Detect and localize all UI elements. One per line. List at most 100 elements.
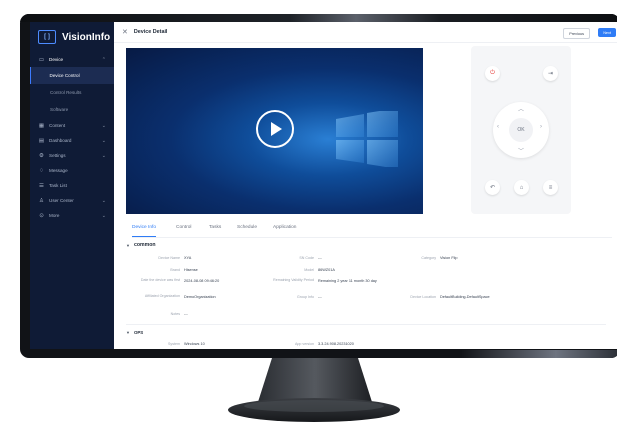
sidebar: [ ] VisionInfo ▭ Device ⌃ Device Control… — [30, 22, 114, 349]
arrow-right-button[interactable]: › — [540, 124, 542, 130]
sidebar-item-message[interactable]: ♢ Message — [30, 163, 114, 178]
chevron-down-icon: ⌄ — [101, 212, 106, 219]
close-icon[interactable]: ✕ — [122, 28, 128, 36]
tab-schedule[interactable]: Schedule — [237, 225, 257, 236]
chevron-down-icon: ⌄ — [101, 137, 106, 144]
sidebar-item-software[interactable]: Software — [30, 101, 114, 118]
model-value: 86WZ01A — [318, 268, 335, 272]
model-label: Model — [304, 268, 314, 272]
sn-value: --- — [318, 256, 322, 260]
content-icon: ▦ — [38, 122, 45, 129]
sidebar-item-label: User Center — [49, 198, 74, 203]
system-value: Windows 10 — [184, 342, 205, 346]
sidebar-item-user-center[interactable]: ♙ User Center ⌄ — [30, 193, 114, 208]
sidebar-item-device[interactable]: ▭ Device ⌃ — [30, 52, 114, 67]
sidebar-item-label: Device — [49, 57, 64, 62]
gear-icon: ⚙ — [39, 152, 44, 159]
device-name-value: XYA — [184, 256, 192, 260]
sidebar-item-more[interactable]: ⊙ More ⌄ — [30, 208, 114, 223]
section-divider — [126, 324, 606, 325]
organization-value: DemoOrganization — [184, 295, 216, 299]
input-source-button[interactable]: ⇥ — [543, 66, 558, 81]
system-label: System — [168, 342, 180, 346]
play-icon — [271, 122, 282, 136]
section-title: common — [133, 242, 156, 248]
sidebar-item-label: Dashboard — [49, 138, 72, 143]
brand[interactable]: [ ] VisionInfo — [30, 22, 114, 52]
sidebar-item-label: Task List — [49, 183, 67, 188]
back-button[interactable]: ↶ — [485, 180, 500, 195]
sidebar-item-label: Content — [49, 123, 66, 128]
bell-icon: ♢ — [39, 167, 44, 174]
section-title: OPS — [133, 330, 144, 335]
list-icon: ☰ — [39, 182, 44, 189]
sidebar-item-label: Software — [50, 107, 69, 112]
category-value: Vision Flip — [440, 256, 458, 260]
play-button[interactable] — [256, 110, 294, 148]
more-icon: ⊙ — [39, 212, 44, 219]
home-button[interactable]: ⌂ — [514, 180, 529, 195]
device-name-label: Device Name — [158, 256, 180, 260]
sn-label: SN Code — [299, 256, 314, 260]
tab-application[interactable]: Application — [273, 225, 296, 236]
tab-device-info[interactable]: Device Info — [132, 225, 156, 237]
sidebar-item-device-control[interactable]: Device Control — [30, 67, 114, 84]
dpad: ︿ ﹀ ‹ › OK — [493, 102, 549, 158]
tab-control[interactable]: Control — [176, 225, 191, 236]
sidebar-item-label: Device Control — [49, 73, 80, 78]
brand-value: Hisense — [184, 268, 198, 272]
caret-down-icon: ▼ — [126, 330, 130, 335]
sidebar-item-content[interactable]: ▦ Content ⌄ — [30, 118, 114, 133]
sidebar-item-label: Message — [49, 168, 68, 173]
sidebar-item-settings[interactable]: ⚙ Settings ⌄ — [30, 148, 114, 163]
notes-label: Notes — [170, 312, 180, 316]
sidebar-item-control-results[interactable]: Control Results — [30, 84, 114, 101]
group-label: Group Info — [297, 295, 314, 299]
previous-button[interactable]: Previous — [563, 28, 590, 39]
brand-name: VisionInfo — [62, 31, 111, 43]
power-button[interactable]: ⏻ — [485, 66, 500, 81]
bezel-shine — [20, 14, 617, 22]
ok-button[interactable]: OK — [509, 118, 533, 142]
sidebar-item-task-list[interactable]: ☰ Task List — [30, 178, 114, 193]
monitor-frame: [ ] VisionInfo ▭ Device ⌃ Device Control… — [20, 14, 617, 358]
sidebar-item-label: Settings — [49, 153, 66, 158]
page-title: Device Detail — [133, 29, 168, 35]
arrow-up-button[interactable]: ︿ — [518, 104, 524, 113]
menu-button[interactable]: ≡ — [543, 180, 558, 195]
location-value: DefaultBuilding-DefaultSpace — [440, 295, 490, 299]
tab-tasks[interactable]: Tasks — [209, 225, 221, 236]
section-common-header[interactable]: ▼ common — [126, 242, 156, 248]
next-button[interactable]: Next — [598, 28, 616, 37]
dashboard-icon: ▤ — [38, 137, 45, 144]
arrow-down-button[interactable]: ﹀ — [518, 146, 524, 155]
windows-logo-icon — [336, 111, 398, 167]
group-value: --- — [318, 295, 322, 299]
brand-logo-icon: [ ] — [38, 30, 56, 44]
sidebar-item-label: Control Results — [50, 90, 82, 95]
validity-value: Remaining 2 year 11 month 30 day — [318, 279, 377, 283]
notes-value: --- — [184, 312, 188, 316]
main-panel: ✕ Device Detail Previous Next ⏻ ⇥ ︿ ﹀ ‹ … — [114, 22, 617, 349]
device-icon: ▭ — [38, 56, 45, 63]
first-online-label: Date the device was first — [140, 278, 180, 282]
first-online-value: 2024-08-08 09:46:20 — [184, 279, 220, 283]
chevron-up-icon: ⌃ — [101, 56, 106, 63]
validity-label: Remaining Validity Period — [273, 278, 314, 282]
brand-label: Brand — [170, 268, 180, 272]
topbar: ✕ Device Detail Previous Next — [114, 22, 617, 43]
chevron-down-icon: ⌄ — [101, 197, 106, 204]
monitor-stand-base — [228, 398, 400, 422]
chevron-down-icon: ⌄ — [101, 152, 106, 159]
chevron-down-icon: ⌄ — [101, 122, 106, 129]
app-version-value: 3.3.24.908.20231020 — [318, 342, 354, 346]
remote-control: ⏻ ⇥ ︿ ﹀ ‹ › OK ↶ ⌂ ≡ — [471, 46, 571, 214]
section-ops-header[interactable]: ▼ OPS — [126, 330, 143, 335]
organization-label: Affiliated Organization — [144, 294, 180, 298]
screen: [ ] VisionInfo ▭ Device ⌃ Device Control… — [30, 22, 617, 349]
arrow-left-button[interactable]: ‹ — [497, 124, 499, 130]
screen-preview[interactable] — [126, 48, 423, 214]
category-label: Category — [421, 256, 436, 260]
sidebar-item-dashboard[interactable]: ▤ Dashboard ⌄ — [30, 133, 114, 148]
location-label: Device Location — [410, 295, 436, 299]
